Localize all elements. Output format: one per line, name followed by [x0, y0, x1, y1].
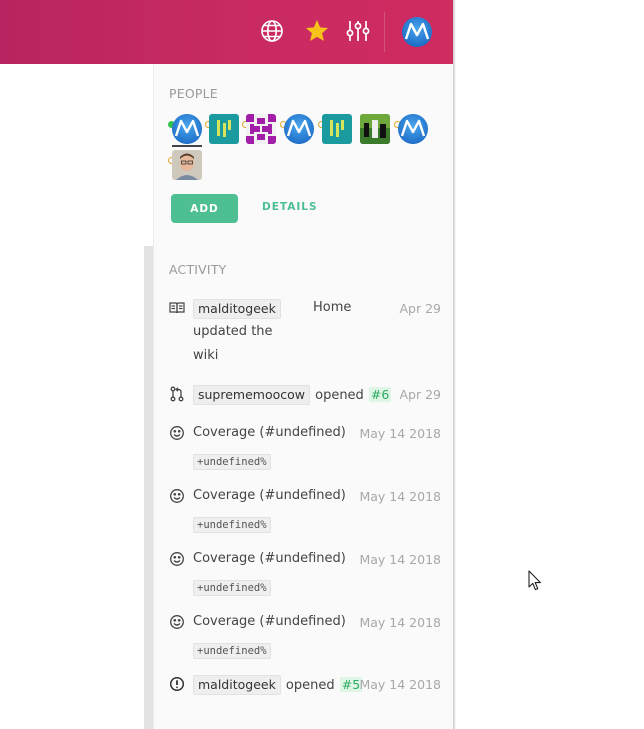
activity-user[interactable]: malditogeek [193, 675, 281, 695]
activity-item: Coverage (#undefined) +undefined% May 14… [169, 488, 449, 533]
activity-item: Coverage (#undefined) +undefined% May 14… [169, 614, 449, 659]
activity-action: opened [315, 388, 364, 403]
header-divider [384, 12, 385, 52]
mouse-cursor-icon [528, 570, 542, 596]
activity-date: May 14 2018 [359, 489, 441, 504]
coverage-text[interactable]: Coverage (#undefined) [193, 488, 346, 503]
people-avatar-1[interactable] [172, 114, 202, 144]
add-people-button[interactable]: ADD [171, 194, 238, 223]
sliders-icon[interactable] [343, 16, 373, 46]
activity-text: updated the [193, 324, 273, 339]
activity-title: ACTIVITY [169, 262, 227, 277]
smiley-icon [169, 614, 185, 630]
activity-text: wiki [193, 348, 219, 363]
people-avatar-5[interactable] [322, 114, 352, 144]
sidebar-shadow [453, 0, 456, 729]
coverage-delta: +undefined% [193, 454, 271, 470]
wiki-page-link[interactable]: Home [313, 300, 351, 315]
activity-date: May 14 2018 [359, 426, 441, 441]
issue-icon [169, 676, 185, 692]
coverage-text[interactable]: Coverage (#undefined) [193, 551, 346, 566]
people-avatar-3[interactable] [246, 114, 276, 144]
main-content [0, 64, 153, 729]
pull-request-icon [169, 386, 185, 402]
globe-icon[interactable] [257, 16, 287, 46]
people-title: PEOPLE [169, 86, 218, 101]
people-avatar-8[interactable] [172, 150, 202, 180]
coverage-delta: +undefined% [193, 643, 271, 659]
activity-item: malditogeek updated the wiki Home Apr 29 [169, 299, 449, 368]
activity-date: Apr 29 [399, 301, 441, 316]
people-avatar-6[interactable] [360, 114, 390, 144]
smiley-icon [169, 425, 185, 441]
book-icon [169, 300, 185, 316]
activity-item: malditogeek opened #5 May 14 2018 [169, 675, 449, 700]
activity-user[interactable]: malditogeek [193, 299, 281, 319]
activity-action: opened [285, 678, 335, 693]
activity-date: May 14 2018 [359, 677, 441, 692]
smiley-icon [169, 488, 185, 504]
coverage-delta: +undefined% [193, 580, 271, 596]
room-sidebar: PEOPLE ADD DETAILS ACTIVITY malditogeek … [153, 64, 453, 729]
activity-user[interactable]: suprememoocow [193, 385, 311, 405]
activity-date: May 14 2018 [359, 552, 441, 567]
coverage-text[interactable]: Coverage (#undefined) [193, 614, 346, 629]
activity-item: Coverage (#undefined) +undefined% May 14… [169, 425, 449, 470]
scrollbar[interactable] [144, 246, 153, 729]
smiley-icon [169, 551, 185, 567]
activity-item: suprememoocow opened #6 Apr 29 [169, 385, 449, 410]
activity-date: May 14 2018 [359, 615, 441, 630]
details-button[interactable]: DETAILS [262, 201, 318, 213]
pull-request-link[interactable]: #6 [368, 387, 392, 402]
people-avatar-4[interactable] [284, 114, 314, 144]
coverage-delta: +undefined% [193, 517, 271, 533]
people-avatar-7[interactable] [398, 114, 428, 144]
coverage-text[interactable]: Coverage (#undefined) [193, 425, 346, 440]
current-user-underline [172, 145, 202, 147]
activity-item: Coverage (#undefined) +undefined% May 14… [169, 551, 449, 596]
people-avatar-2[interactable] [209, 114, 239, 144]
user-avatar[interactable] [402, 17, 432, 47]
star-icon[interactable] [302, 16, 332, 46]
app-header [0, 0, 453, 64]
activity-date: Apr 29 [399, 387, 441, 402]
